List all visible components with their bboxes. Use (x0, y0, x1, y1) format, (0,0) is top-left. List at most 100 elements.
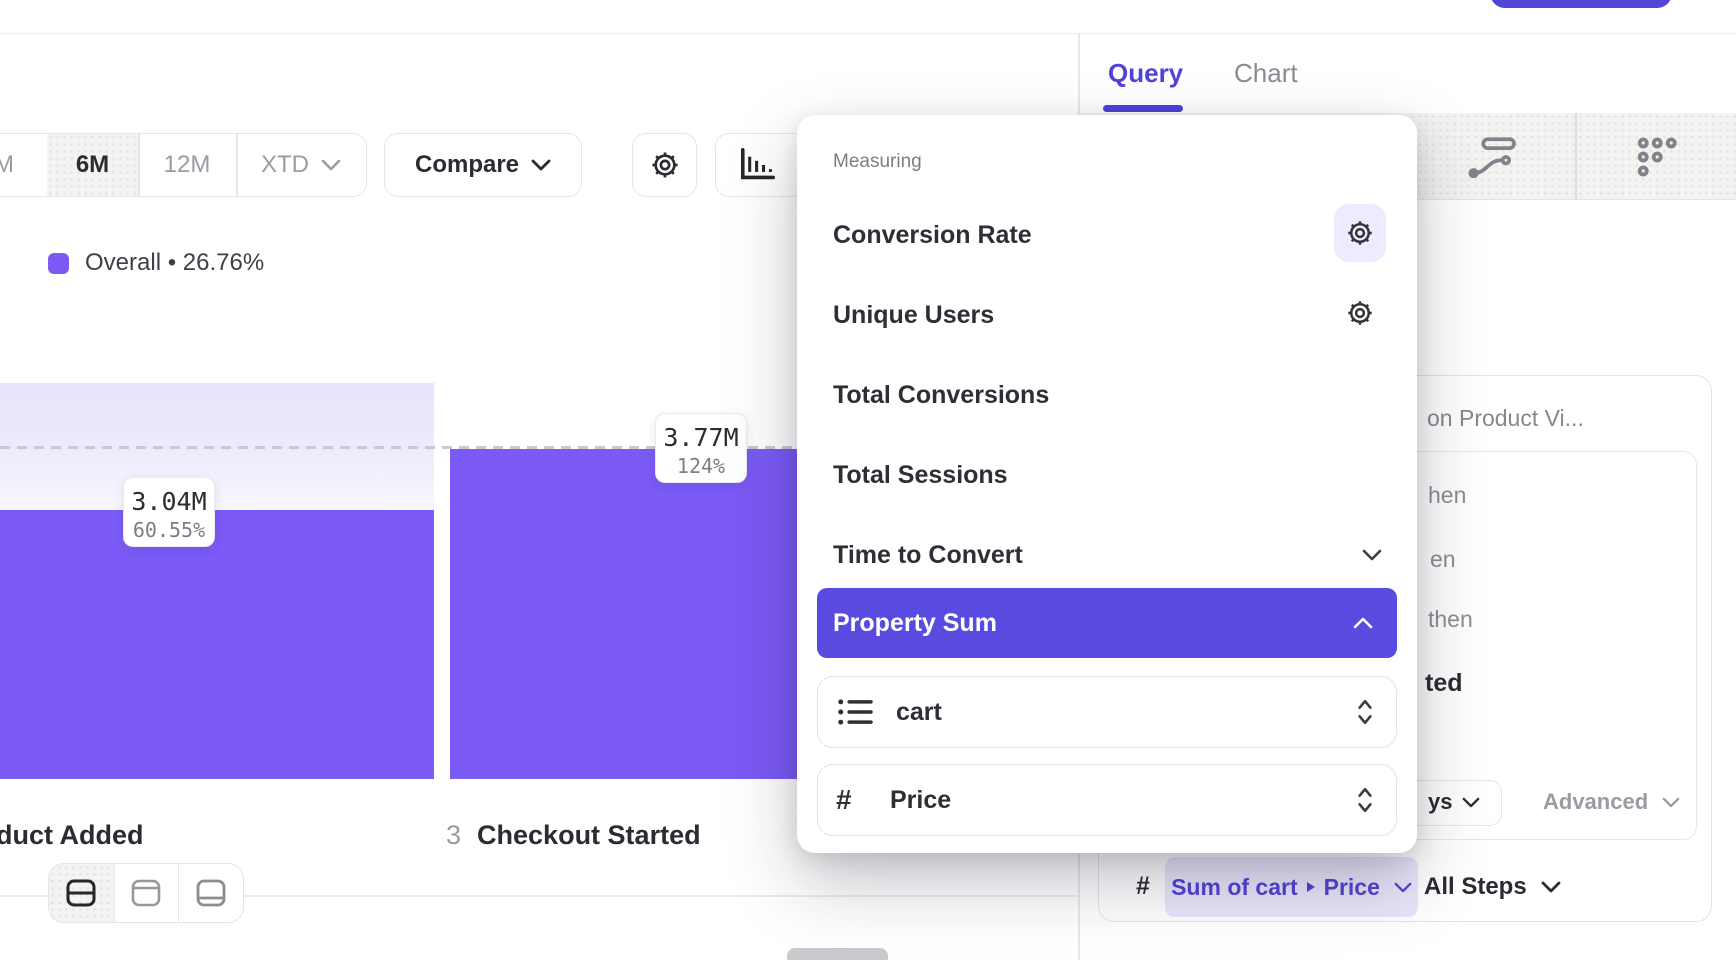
property-sum-chip[interactable]: Sum of cart Price (1165, 857, 1418, 917)
bar-chart-icon (736, 147, 780, 183)
option-label: Conversion Rate (833, 221, 1032, 250)
funnel-step-label-2[interactable]: 3 Checkout Started (446, 816, 701, 854)
number-property-hash: # (1136, 872, 1150, 901)
legend-label: Overall • 26.76% (85, 249, 264, 277)
chevron-down-icon (1662, 797, 1680, 808)
step-row-fragment: hen (1428, 482, 1466, 509)
chart-legend[interactable]: Overall • 26.76% (48, 250, 264, 276)
dots-grid-icon (1636, 136, 1682, 178)
range-3m-button[interactable]: M (0, 134, 47, 196)
tab-chart-label: Chart (1234, 58, 1298, 88)
value-property-select[interactable]: # Price (817, 764, 1397, 836)
range-12m-button[interactable]: 12M (138, 134, 236, 196)
chevron-down-icon (321, 159, 341, 171)
primary-action-button[interactable] (1490, 0, 1672, 8)
app-top-bar (0, 0, 1736, 34)
chevron-down-icon (1394, 882, 1412, 893)
unique-users-settings-button[interactable] (1334, 284, 1386, 342)
option-label: Time to Convert (833, 541, 1023, 570)
step-1-label-fragment: duct Added (0, 820, 144, 851)
chevron-down-icon (1462, 797, 1480, 808)
measuring-option-unique-users[interactable]: Unique Users (833, 297, 994, 333)
range-6m-button[interactable]: 6M (47, 134, 138, 196)
list-icon (836, 696, 874, 728)
chip-value-label: Price (1324, 874, 1380, 901)
chart-settings-button[interactable] (632, 133, 697, 197)
compare-label: Compare (415, 151, 519, 179)
steps-chart-type-button[interactable] (1636, 136, 1682, 178)
chevron-down-icon (1362, 549, 1382, 561)
time-to-convert-expander[interactable] (1360, 549, 1384, 561)
funnel-pct-1: 60.55% (124, 517, 214, 544)
chevron-down-icon (1541, 881, 1561, 893)
flow-icon (1468, 136, 1518, 178)
card-title-fragment: on Product Vi... (1427, 405, 1584, 432)
option-label: Total Sessions (833, 461, 1008, 490)
funnel-pct-2: 124% (656, 453, 746, 480)
property-select[interactable]: cart (817, 676, 1397, 748)
range-6m-label: 6M (76, 151, 109, 179)
step-row-fragment: then (1428, 606, 1473, 633)
option-label: Property Sum (833, 609, 997, 638)
layout-split-horizontal-button[interactable] (49, 864, 114, 922)
layout-top-panel-button[interactable] (114, 864, 179, 922)
layout-switcher (48, 863, 244, 923)
funnel-value-2: 3.77M (656, 423, 746, 453)
step-row-fragment: en (1430, 546, 1456, 573)
dropdown-title: Measuring (833, 151, 922, 173)
measuring-option-total-sessions[interactable]: Total Sessions (833, 457, 1008, 493)
value-select-value: Price (890, 786, 951, 815)
funnel-analysis-app: 3.04M 60.55% 3.77M 124% duct Added 3 Che… (0, 0, 1736, 960)
compare-button[interactable]: Compare (384, 133, 582, 197)
range-12m-label: 12M (164, 151, 211, 179)
active-tab-underline (1103, 105, 1183, 112)
advanced-button[interactable]: Advanced (1543, 789, 1680, 815)
chevron-down-icon (531, 159, 551, 171)
measuring-option-property-sum-selected[interactable]: Property Sum (817, 588, 1397, 658)
funnel-step-label-1[interactable]: duct Added (0, 816, 144, 854)
tab-query-label: Query (1108, 58, 1183, 88)
gear-icon (1345, 298, 1375, 328)
step-row-fragment: ted (1425, 669, 1463, 698)
conversion-window-fragment: ys (1428, 789, 1452, 815)
conversion-rate-settings-button[interactable] (1334, 204, 1386, 262)
all-steps-label: All Steps (1424, 873, 1527, 901)
advanced-label: Advanced (1543, 789, 1648, 815)
measuring-dropdown: Measuring Conversion Rate Unique Users T… (797, 115, 1417, 853)
funnel-value-card-2[interactable]: 3.77M 124% (655, 413, 747, 483)
measuring-option-time-to-convert[interactable]: Time to Convert (833, 537, 1023, 573)
option-label: Total Conversions (833, 381, 1049, 410)
chart-type-button[interactable] (715, 133, 807, 197)
split-horizontal-icon (63, 877, 99, 909)
range-xtd-button[interactable]: XTD (236, 134, 366, 196)
tab-chart[interactable]: Chart (1234, 58, 1298, 89)
step-2-label: Checkout Started (477, 820, 701, 851)
flow-chart-type-button[interactable] (1468, 136, 1518, 178)
date-range-group: M 6M 12M XTD (0, 133, 367, 197)
step-2-index: 3 (446, 820, 461, 851)
triangle-right-icon (1306, 881, 1316, 893)
chevron-up-icon (1353, 617, 1373, 629)
funnel-bar-1[interactable] (0, 510, 434, 779)
measuring-option-conversion-rate[interactable]: Conversion Rate (833, 217, 1032, 253)
range-xtd-label: XTD (261, 151, 309, 179)
measuring-option-total-conversions[interactable]: Total Conversions (833, 377, 1049, 413)
option-label: Unique Users (833, 301, 994, 330)
layout-bottom-panel-button[interactable] (178, 864, 243, 922)
tab-query[interactable]: Query (1108, 58, 1183, 89)
horizontal-scrollbar-thumb[interactable] (787, 948, 888, 960)
toolbar-divider (1575, 113, 1577, 200)
funnel-value-1: 3.04M (124, 487, 214, 517)
select-updown-icon (1356, 698, 1374, 726)
property-select-value: cart (896, 698, 942, 727)
hash-icon: # (836, 784, 874, 816)
select-updown-icon (1356, 786, 1374, 814)
chip-property-label: Sum of cart (1171, 874, 1298, 901)
top-panel-icon (128, 877, 164, 909)
gear-icon (649, 149, 681, 181)
gear-icon (1345, 218, 1375, 248)
bottom-panel-icon (193, 877, 229, 909)
all-steps-button[interactable]: All Steps (1424, 873, 1561, 901)
range-3m-label: M (0, 151, 14, 179)
funnel-value-card-1[interactable]: 3.04M 60.55% (123, 477, 215, 547)
